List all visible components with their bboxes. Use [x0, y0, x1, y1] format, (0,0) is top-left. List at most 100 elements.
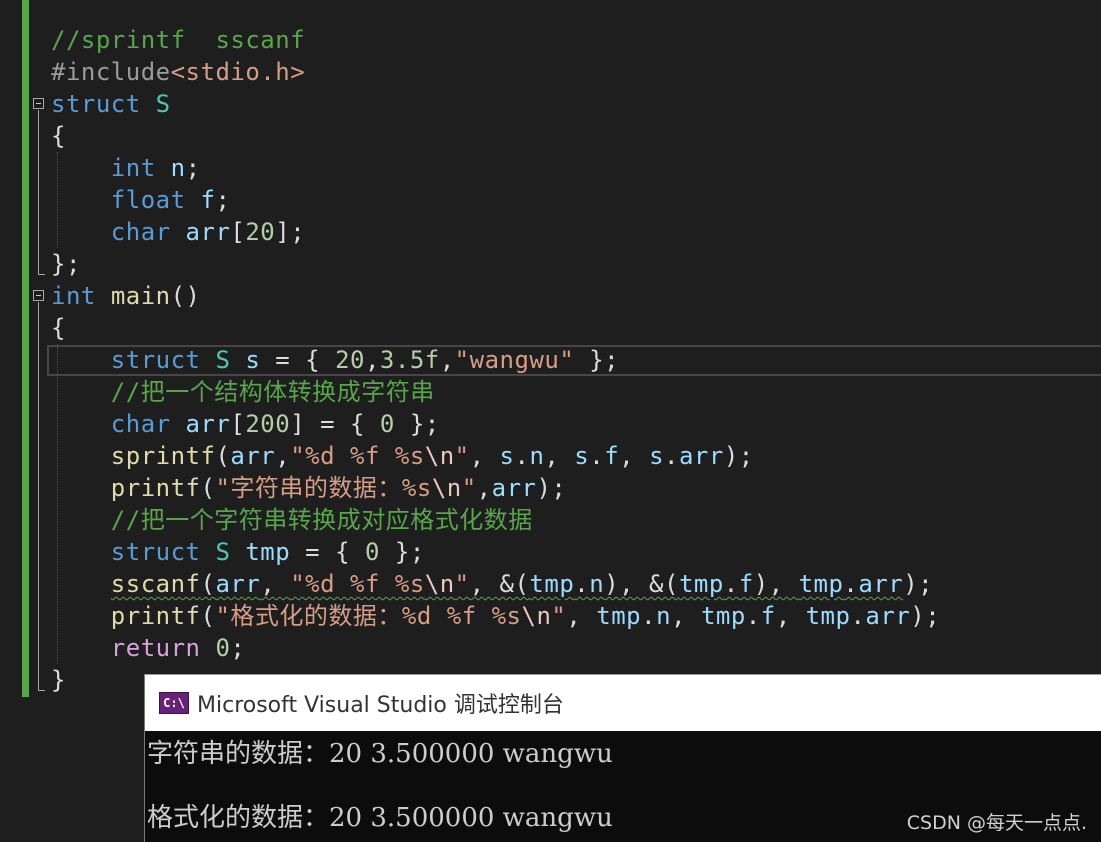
code-token: , [260, 570, 291, 598]
code-token: arr [185, 410, 231, 438]
code-line[interactable]: int n; [51, 152, 940, 184]
code-token: char [110, 218, 171, 246]
code-token: #include [51, 58, 171, 86]
code-token: arr [865, 602, 911, 630]
code-token: [ [230, 410, 246, 438]
code-token: . [574, 570, 590, 598]
code-token: s [574, 442, 590, 470]
code-line[interactable]: struct S s = { 20,3.5f,"wangwu" }; [51, 344, 940, 376]
code-line[interactable]: int main() [51, 280, 940, 312]
code-line[interactable]: { [51, 120, 940, 152]
code-token: . [664, 442, 679, 470]
code-line[interactable]: printf("格式化的数据：%d %f %s\n", tmp.n, tmp.f… [51, 600, 940, 632]
code-token: tmp [798, 570, 844, 598]
code-token: f [604, 442, 620, 470]
code-line[interactable]: //sprintf sscanf [51, 24, 940, 56]
code-line[interactable]: #include<stdio.h> [51, 56, 940, 88]
code-token: f [200, 186, 216, 214]
code-line[interactable]: return 0; [51, 632, 940, 664]
code-token: tmp [245, 538, 291, 566]
code-token: , [566, 602, 597, 630]
code-token: ); [723, 442, 754, 470]
code-token: arr [215, 570, 261, 598]
code-token: 0 [215, 634, 231, 662]
code-token: tmp [678, 570, 724, 598]
console-titlebar[interactable]: C:\ Microsoft Visual Studio 调试控制台 [145, 675, 1101, 731]
code-line[interactable]: float f; [51, 184, 940, 216]
code-token: ), &( [604, 570, 679, 598]
code-token: " [454, 442, 470, 470]
code-token: s [499, 442, 515, 470]
code-line[interactable]: struct S tmp = { 0 }; [51, 536, 940, 568]
code-token: n [656, 602, 672, 630]
code-token: = { [260, 346, 336, 374]
code-token: { [51, 314, 66, 342]
code-token: main [110, 282, 171, 310]
code-line[interactable]: printf("字符串的数据：%s\n",arr); [51, 472, 940, 504]
code-token: , &( [469, 570, 530, 598]
code-token: ( [200, 602, 216, 630]
code-line[interactable]: sscanf(arr, "%d %f %s\n", &(tmp.n), &(tm… [51, 568, 940, 600]
code-token: f [738, 570, 754, 598]
fold-region-struct-end [38, 274, 45, 275]
code-line[interactable]: //把一个字符串转换成对应格式化数据 [51, 504, 940, 536]
code-line[interactable]: { [51, 312, 940, 344]
code-token: tmp [700, 602, 746, 630]
code-token: n [529, 442, 545, 470]
code-token: float [110, 186, 186, 214]
code-token: " [461, 474, 477, 502]
code-token: 0 [364, 538, 380, 566]
code-token: sprintf [110, 442, 216, 470]
code-line[interactable]: sprintf(arr,"%d %f %s\n", s.n, s.f, s.ar… [51, 440, 940, 472]
code-token: ( [200, 570, 216, 598]
fold-struct-toggle-icon[interactable] [33, 98, 44, 109]
code-token: ] = { [290, 410, 380, 438]
code-token: arr [185, 218, 231, 246]
console-app-icon: C:\ [159, 692, 189, 714]
code-line[interactable]: struct S [51, 88, 940, 120]
code-token: arr [230, 442, 276, 470]
code-token: 20 [335, 346, 365, 374]
code-token: char [110, 410, 171, 438]
code-token: . [745, 602, 761, 630]
code-token: , [619, 442, 650, 470]
code-token: = { [290, 538, 365, 566]
fold-region-struct-line [38, 110, 39, 274]
code-line[interactable]: //把一个结构体转换成字符串 [51, 376, 940, 408]
code-token: ; [215, 186, 231, 214]
fold-region-main-line [38, 302, 39, 690]
fold-main-toggle-icon[interactable] [33, 290, 44, 301]
code-token: <stdio.h> [170, 58, 306, 86]
code-line[interactable]: char arr[20]; [51, 216, 940, 248]
code-line[interactable]: char arr[200] = { 0 }; [51, 408, 940, 440]
change-tracking-bar [22, 0, 29, 697]
code-lines[interactable]: //sprintf sscanf #include<stdio.h> struct … [51, 24, 940, 696]
code-token: arr [678, 442, 724, 470]
code-token: tmp [596, 602, 642, 630]
code-token: return [110, 634, 201, 662]
code-token: tmp [529, 570, 575, 598]
code-token: ); [910, 602, 941, 630]
code-token: "wangwu" [454, 346, 575, 374]
code-token: "格式化的数据：%d %f %s [215, 602, 522, 630]
code-token: s [649, 442, 665, 470]
code-token: ( [215, 442, 231, 470]
code-token: "字符串的数据：%s [215, 474, 432, 502]
code-token: sscanf [110, 570, 201, 598]
code-token: { [51, 122, 66, 150]
code-token: s [245, 346, 261, 374]
code-token: , [544, 442, 575, 470]
code-token: , [671, 602, 701, 630]
code-token: n [170, 154, 186, 182]
code-token: S [215, 346, 231, 374]
code-line[interactable]: }; [51, 248, 940, 280]
